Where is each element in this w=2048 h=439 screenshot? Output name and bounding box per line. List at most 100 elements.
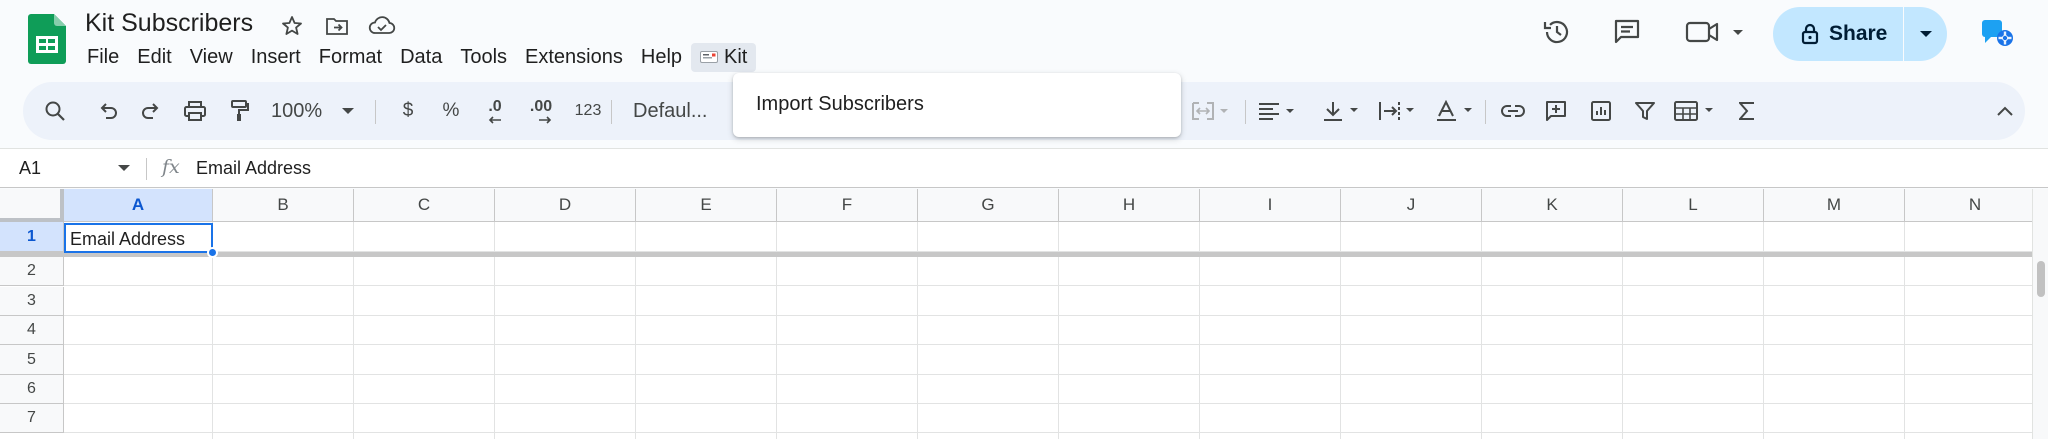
column-header-E[interactable]: E [636,189,777,222]
more-formats-button[interactable]: 123 [566,82,610,140]
percent-format-button[interactable]: % [433,82,469,140]
chevron-down-icon[interactable] [118,164,130,172]
sheets-logo-icon[interactable] [28,14,66,64]
row-header-5[interactable]: 5 [0,345,64,375]
column-header-J[interactable]: J [1341,189,1482,222]
scrollbar-thumb[interactable] [2037,261,2045,297]
row-header-4[interactable]: 4 [0,316,64,345]
column-header-D[interactable]: D [495,189,636,222]
fx-icon: fx [162,156,180,178]
menu-help[interactable]: Help [632,43,691,72]
column-header-L[interactable]: L [1623,189,1764,222]
row-header-1[interactable]: 1 [0,222,64,252]
formula-input[interactable]: Email Address [196,158,311,179]
column-header-N[interactable]: N [1905,189,2046,222]
currency-format-button[interactable]: $ [390,82,426,140]
row-header-3[interactable]: 3 [0,287,64,316]
vertical-align-icon[interactable] [1319,82,1365,140]
increase-decimal-label: .00 [529,98,553,115]
document-title[interactable]: Kit Subscribers [85,9,253,38]
fill-handle[interactable] [207,247,218,258]
zoom-value: 100% [271,99,323,122]
arrow-left-icon [488,116,501,124]
menu-format[interactable]: Format [310,43,391,72]
column-header-G[interactable]: G [918,189,1059,222]
share-main[interactable]: Share [1773,7,1903,61]
paint-format-icon[interactable] [222,82,258,140]
spreadsheet-grid: ABCDEFGHIJKLMN 1 234567 Email Address [0,189,2048,439]
column-header-C[interactable]: C [354,189,495,222]
grid-row-line [64,374,2032,375]
cell-A1[interactable]: Email Address [64,223,213,253]
print-icon[interactable] [177,82,213,140]
insert-chart-icon[interactable] [1583,82,1619,140]
arrow-right-icon [539,116,552,124]
column-header-B[interactable]: B [213,189,354,222]
zoom-select[interactable]: 100% [271,82,371,140]
collapse-icon[interactable] [1987,82,2023,140]
menu-insert[interactable]: Insert [242,43,310,72]
row-header-6[interactable]: 6 [0,375,64,404]
frozen-row-divider[interactable] [0,252,2032,257]
text-rotation-icon[interactable] [1433,82,1479,140]
grid-row-line [64,403,2032,404]
gemini-icon[interactable] [1980,12,2016,52]
font-family-select[interactable]: Defaul... [623,82,743,140]
formula-bar-separator [146,158,147,180]
title-bar: Kit Subscribers File Edit View Insert Fo… [0,0,2048,78]
column-header-M[interactable]: M [1764,189,1905,222]
column-header-K[interactable]: K [1482,189,1623,222]
menu-tools[interactable]: Tools [451,43,516,72]
decrease-decimal-button[interactable]: .0 [476,82,514,140]
share-button[interactable]: Share [1773,7,1947,61]
search-icon[interactable] [35,82,75,140]
merge-cells-icon [1188,82,1234,140]
menu-view[interactable]: View [181,43,242,72]
select-all-corner[interactable] [0,189,64,222]
column-header-F[interactable]: F [777,189,918,222]
menu-kit[interactable]: Kit [691,42,757,72]
move-folder-icon[interactable] [323,12,351,40]
align-icon[interactable] [1255,82,1301,140]
grid-row-line [64,344,2032,345]
undo-icon[interactable] [90,82,126,140]
column-header-I[interactable]: I [1200,189,1341,222]
font-family-value: Defaul... [633,99,708,122]
toolbar-separator [1245,100,1246,124]
grid-row-line [64,432,2032,433]
menu-file[interactable]: File [78,43,128,72]
history-icon[interactable] [1537,12,1577,52]
chevron-down-icon [342,108,355,114]
chevron-down-icon [1919,31,1932,37]
menu-item-import-subscribers[interactable]: Import Subscribers [756,93,924,116]
grid-row-line [64,285,2032,286]
link-icon[interactable] [1495,82,1531,140]
sum-icon[interactable] [1729,82,1765,140]
meet-icon[interactable] [1681,12,1751,52]
toolbar-separator [375,100,376,124]
cloud-saved-icon[interactable] [368,12,396,40]
menu-edit[interactable]: Edit [128,43,180,72]
insert-comment-icon[interactable] [1538,82,1574,140]
redo-icon[interactable] [133,82,169,140]
row-header-2[interactable]: 2 [0,257,64,286]
share-label: Share [1829,22,1888,45]
column-header-H[interactable]: H [1059,189,1200,222]
menu-extensions[interactable]: Extensions [516,43,632,72]
vertical-scrollbar[interactable] [2032,189,2048,439]
increase-decimal-button[interactable]: .00 [520,82,562,140]
formula-bar: A1 fx Email Address [0,148,2048,188]
toolbar-separator [611,100,612,124]
share-dropdown-button[interactable] [1904,7,1947,61]
kit-menu-dropdown: Import Subscribers [733,73,1181,137]
comments-icon[interactable] [1607,12,1647,52]
row-header-7[interactable]: 7 [0,404,64,433]
column-header-A[interactable]: A [64,189,213,222]
star-icon[interactable] [278,12,306,40]
table-view-icon[interactable] [1671,82,1721,140]
filter-icon[interactable] [1627,82,1663,140]
menu-kit-label: Kit [724,45,748,68]
text-wrap-icon[interactable] [1375,82,1421,140]
menu-data[interactable]: Data [391,43,451,72]
grid-row-line [64,315,2032,316]
